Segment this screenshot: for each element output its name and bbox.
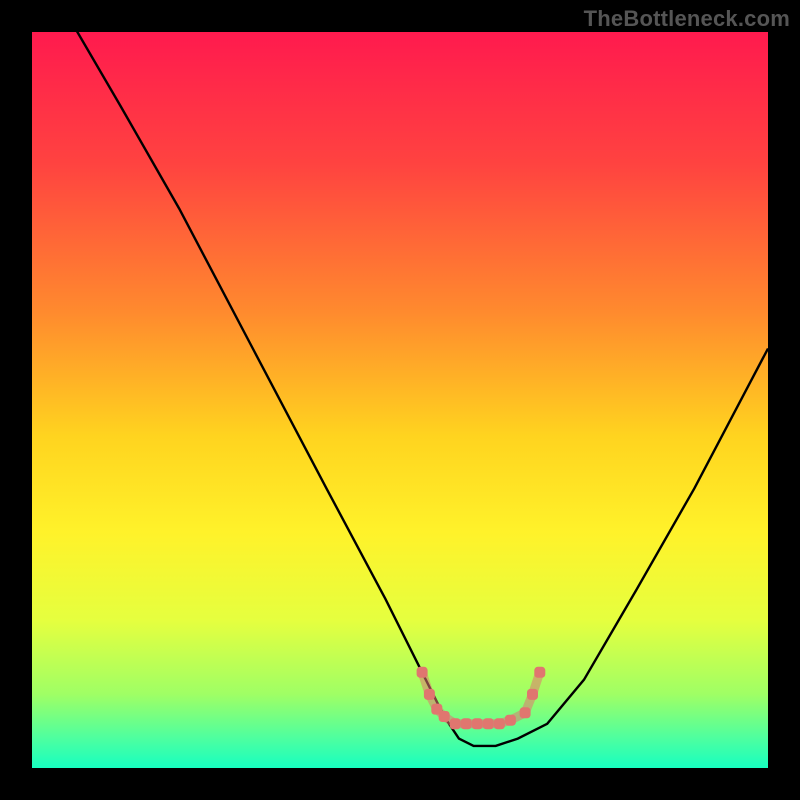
chart-frame: TheBottleneck.com [0, 0, 800, 800]
watermark-text: TheBottleneck.com [584, 6, 790, 32]
chart-svg [32, 32, 768, 768]
chart-plot-area [32, 32, 768, 768]
